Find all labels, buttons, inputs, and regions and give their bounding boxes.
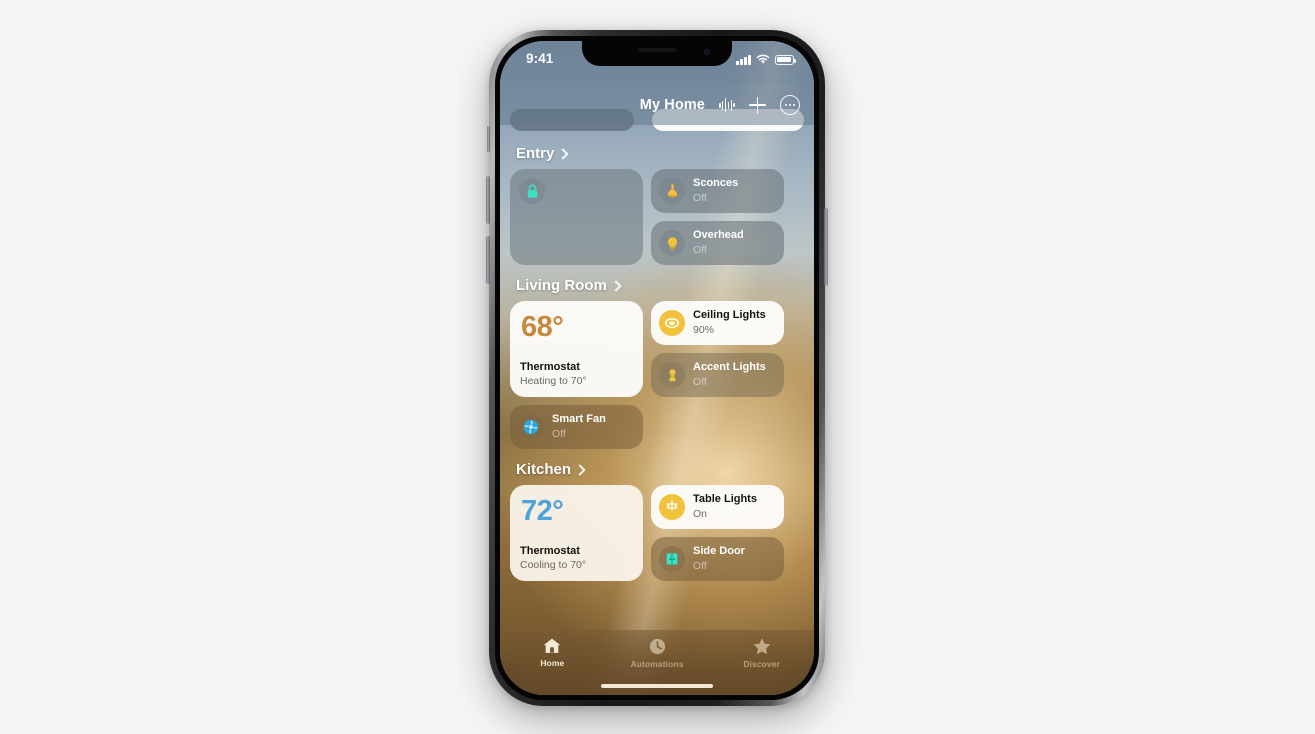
- tile-name: Thermostat: [520, 544, 580, 557]
- tile-side-door-text: Side Door Off: [693, 545, 745, 572]
- fan-icon: [518, 414, 544, 440]
- star-icon: [753, 638, 770, 655]
- lock-icon-badge: [519, 178, 545, 204]
- clock-icon: [649, 638, 665, 655]
- volume-up-button[interactable]: [486, 176, 490, 224]
- tile-sconces-text: Sconces Off: [693, 177, 738, 204]
- tile-name: Side Door: [693, 545, 745, 558]
- tile-overhead-text: Overhead Off: [693, 229, 744, 256]
- tile-name: Thermostat: [520, 360, 580, 373]
- tile-name: Overhead: [693, 229, 744, 242]
- section-row-kitchen: 72° Thermostat Cooling to 70° Table Ligh…: [510, 485, 804, 581]
- signal-bars-icon: [736, 54, 751, 65]
- phone-screen: 9:41 My Home Entry Sconces Off Overhead …: [500, 41, 814, 695]
- door-icon: [659, 546, 685, 572]
- mute-switch-button[interactable]: [486, 126, 490, 152]
- tile-name: Sconces: [693, 177, 739, 190]
- thermostat-footer: Thermostat Cooling to 70°: [520, 545, 635, 573]
- tile-ceiling-lights-text: Ceiling Lights 90%: [693, 309, 766, 336]
- status-time: 9:41: [526, 51, 554, 66]
- thermostat-footer: Thermostat Heating to 70°: [520, 361, 635, 389]
- accent-lamp-icon: [659, 362, 685, 388]
- tile-state: Cooling to 70°: [520, 559, 587, 572]
- volume-down-button[interactable]: [486, 236, 490, 284]
- chandelier-icon: [659, 494, 685, 520]
- chevron-right-icon: [574, 463, 586, 476]
- tile-name: Smart Fan: [552, 413, 606, 426]
- home-indicator-bar[interactable]: [601, 684, 713, 688]
- tile-kitchen-thermostat[interactable]: 72° Thermostat Cooling to 70°: [510, 485, 643, 581]
- tile-accent-lights[interactable]: Accent Lights Off: [651, 353, 784, 397]
- scrolled-cards-peek: [510, 109, 804, 139]
- tile-name: Ceiling Lights: [693, 309, 766, 322]
- section-header-kitchen[interactable]: Kitchen: [516, 461, 804, 478]
- tile-living-room-thermostat[interactable]: 68° Thermostat Heating to 70°: [510, 301, 643, 397]
- battery-icon: [775, 54, 796, 65]
- page-title: My Home: [639, 97, 705, 113]
- section-header-entry[interactable]: Entry: [516, 145, 804, 162]
- section-title: Kitchen: [516, 461, 572, 478]
- section-row-entry: Sconces Off Overhead Off: [510, 169, 804, 265]
- status-indicators: [736, 54, 796, 65]
- tile-table-lights-text: Table Lights On: [693, 493, 757, 520]
- section-title: Entry: [516, 145, 555, 162]
- tile-front-door-lock[interactable]: [510, 169, 643, 265]
- power-button[interactable]: [824, 208, 828, 286]
- tab-home[interactable]: Home: [500, 637, 605, 668]
- tile-state: Off: [693, 375, 707, 388]
- tab-automations[interactable]: Automations: [605, 637, 710, 669]
- tile-accent-lights-text: Accent Lights Off: [693, 361, 766, 388]
- tile-smart-fan-text: Smart Fan Off: [552, 413, 606, 440]
- light-bulb-icon: [659, 230, 685, 256]
- sconce-lamp-icon: [659, 178, 685, 204]
- earpiece-speaker: [638, 48, 676, 52]
- chevron-right-icon: [610, 279, 622, 292]
- ceiling-light-icon: [659, 310, 685, 336]
- tile-ceiling-lights[interactable]: Ceiling Lights 90%: [651, 301, 784, 345]
- section-row-living-room: 68° Thermostat Heating to 70° Ceiling Li…: [510, 301, 804, 397]
- waveform-icon[interactable]: [718, 98, 735, 112]
- tile-smart-fan[interactable]: Smart Fan Off: [510, 405, 643, 449]
- tile-state: Off: [693, 559, 707, 572]
- tab-label: Automations: [630, 659, 684, 669]
- section-title: Living Room: [516, 277, 607, 294]
- house-icon: [543, 638, 561, 653]
- tile-state: Heating to 70°: [520, 375, 587, 388]
- lock-closed-icon: [527, 184, 537, 198]
- section-header-living-room[interactable]: Living Room: [516, 277, 804, 294]
- section-row-living-room-extra: Smart Fan Off: [510, 405, 804, 449]
- plus-icon[interactable]: [749, 96, 766, 114]
- chevron-right-icon: [557, 147, 570, 160]
- front-camera-icon: [704, 49, 710, 55]
- tile-state: On: [693, 507, 708, 520]
- phone-device-frame: 9:41 My Home Entry Sconces Off Overhead …: [486, 30, 828, 706]
- thermostat-temperature: 72°: [521, 495, 564, 527]
- tile-table-lights[interactable]: Table Lights On: [651, 485, 784, 529]
- tile-state: Off: [552, 427, 566, 440]
- tab-label: Home: [540, 658, 565, 668]
- wifi-icon: [756, 54, 770, 64]
- tab-discover[interactable]: Discover: [709, 637, 814, 669]
- thermostat-temperature: 68°: [521, 311, 564, 343]
- home-scroll-content[interactable]: Entry Sconces Off Overhead Off Living Ro…: [500, 109, 814, 695]
- device-notch: [582, 41, 732, 66]
- tile-name: Table Lights: [693, 493, 757, 506]
- navigation-bar: My Home: [500, 85, 814, 125]
- ellipsis-circle-icon[interactable]: [780, 95, 800, 115]
- tile-name: Accent Lights: [693, 361, 766, 374]
- screenshot-canvas: 9:41 My Home Entry Sconces Off Overhead …: [0, 0, 1315, 734]
- tile-state: Off: [693, 191, 707, 204]
- tile-overhead[interactable]: Overhead Off: [651, 221, 784, 265]
- tile-side-door[interactable]: Side Door Off: [651, 537, 784, 581]
- tab-label: Discover: [743, 659, 781, 669]
- tile-sconces[interactable]: Sconces Off: [651, 169, 784, 213]
- tile-state: 90%: [693, 323, 715, 336]
- tile-state: Off: [693, 243, 707, 256]
